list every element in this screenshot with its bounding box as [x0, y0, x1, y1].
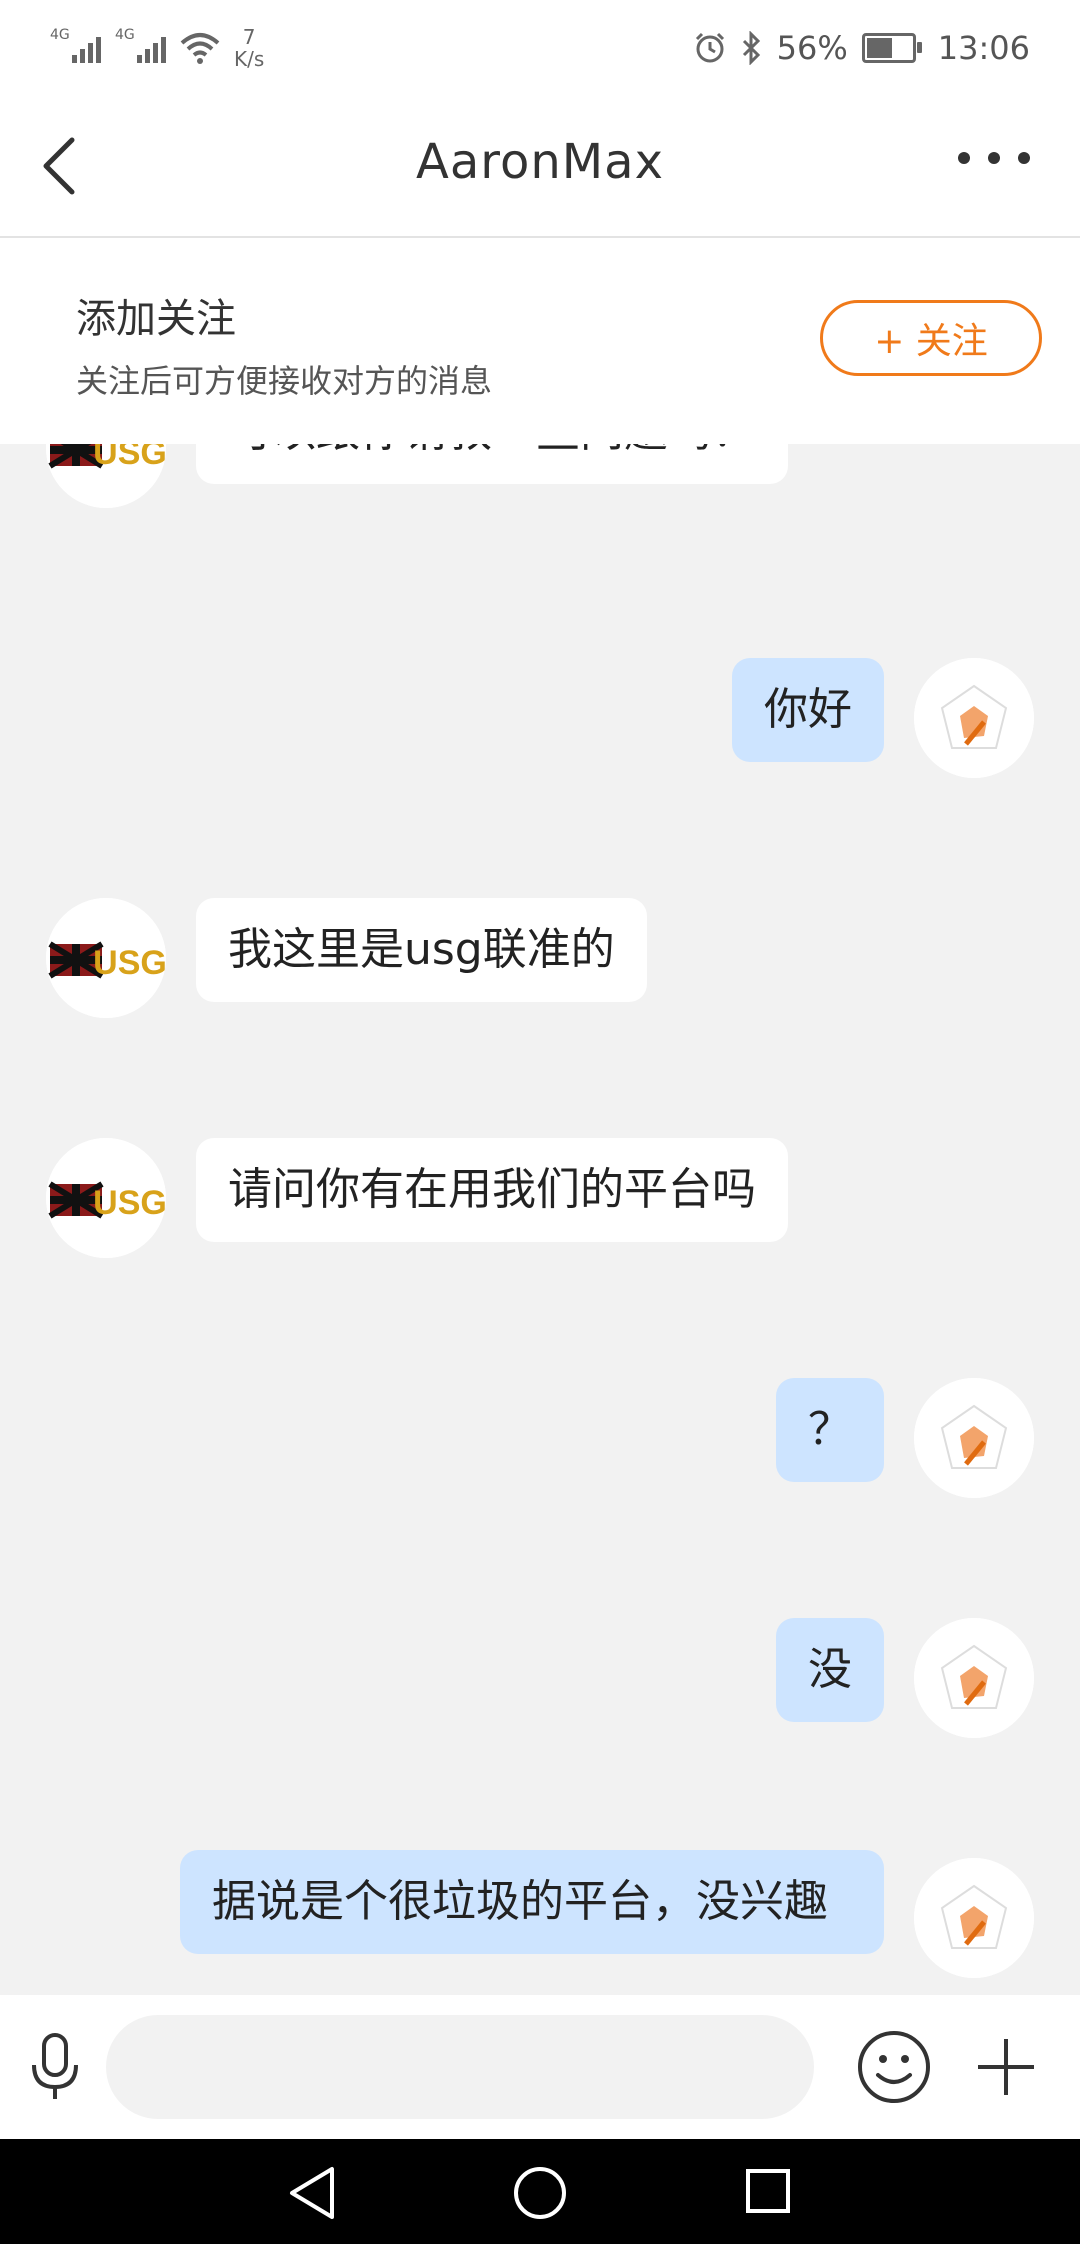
signal-type-label: 4G	[115, 27, 135, 43]
contact-avatar[interactable]: USG	[46, 444, 166, 508]
home-circle-icon[interactable]	[512, 2165, 568, 2221]
battery-percent: 56%	[776, 29, 848, 67]
usg-logo-icon: USG	[46, 898, 166, 1018]
logo-text: USG	[93, 444, 166, 472]
message-input[interactable]	[106, 2015, 814, 2119]
my-avatar[interactable]	[914, 1618, 1034, 1738]
network-speed: 7 K/s	[234, 26, 264, 70]
message-bubble[interactable]: 请问你有在用我们的平台吗	[196, 1138, 788, 1242]
battery-icon	[861, 33, 922, 63]
radar-chart-avatar-icon	[914, 1618, 1034, 1738]
my-avatar[interactable]	[914, 1858, 1034, 1978]
bluetooth-icon	[742, 31, 760, 65]
usg-logo-icon: USG	[46, 1138, 166, 1258]
radar-chart-avatar-icon	[914, 1378, 1034, 1498]
my-avatar[interactable]	[914, 658, 1034, 778]
input-bar	[0, 1995, 1080, 2139]
status-right: 56% 13:06	[693, 29, 1030, 67]
contact-avatar[interactable]: USG	[46, 1138, 166, 1258]
contact-avatar[interactable]: USG	[46, 898, 166, 1018]
more-options-icon[interactable]	[958, 152, 1030, 164]
speed-unit: K/s	[234, 47, 265, 71]
message-bubble[interactable]: 没	[776, 1618, 884, 1722]
wifi-icon	[180, 33, 220, 64]
logo-text: USG	[93, 944, 166, 982]
follow-button[interactable]: + 关注	[820, 300, 1042, 376]
back-triangle-icon[interactable]	[286, 2165, 340, 2221]
chat-header: AaronMax	[0, 96, 1080, 238]
follow-banner: 添加关注 关注后可方便接收对方的消息 + 关注	[0, 238, 1080, 444]
status-left: 4G 4G 7 K/s	[50, 26, 264, 70]
microphone-icon[interactable]	[28, 2031, 82, 2103]
logo-text: USG	[93, 1184, 166, 1222]
message-bubble[interactable]: 可以跟你请教一些问题吗？	[196, 444, 788, 484]
clock: 13:06	[937, 29, 1030, 67]
message-list[interactable]: USG 可以跟你请教一些问题吗？ 你好 USG	[0, 444, 1080, 1995]
cell-signal-icon: 4G	[50, 27, 101, 63]
cell-signal-icon: 4G	[115, 27, 166, 63]
message-bubble[interactable]: 你好	[732, 658, 884, 762]
system-nav-bar	[0, 2139, 1080, 2244]
radar-chart-avatar-icon	[914, 1858, 1034, 1978]
signal-type-label: 4G	[50, 27, 70, 43]
radar-chart-avatar-icon	[914, 658, 1034, 778]
emoji-icon[interactable]	[856, 2029, 932, 2105]
follow-banner-subtitle: 关注后可方便接收对方的消息	[76, 362, 493, 400]
usg-logo-icon: USG	[46, 444, 166, 508]
recents-square-icon[interactable]	[744, 2167, 792, 2215]
follow-banner-title: 添加关注	[76, 296, 236, 342]
plus-icon[interactable]	[974, 2035, 1038, 2099]
alarm-icon	[695, 32, 724, 63]
message-bubble[interactable]: 据说是个很垃圾的平台，没兴趣	[180, 1850, 884, 1954]
status-bar: 4G 4G 7 K/s 56% 13:06	[0, 0, 1080, 96]
chat-title: AaronMax	[416, 134, 664, 190]
message-bubble[interactable]: 我这里是usg联准的	[196, 898, 647, 1002]
my-avatar[interactable]	[914, 1378, 1034, 1498]
speed-value: 7	[242, 25, 256, 49]
message-bubble[interactable]: ？	[776, 1378, 884, 1482]
